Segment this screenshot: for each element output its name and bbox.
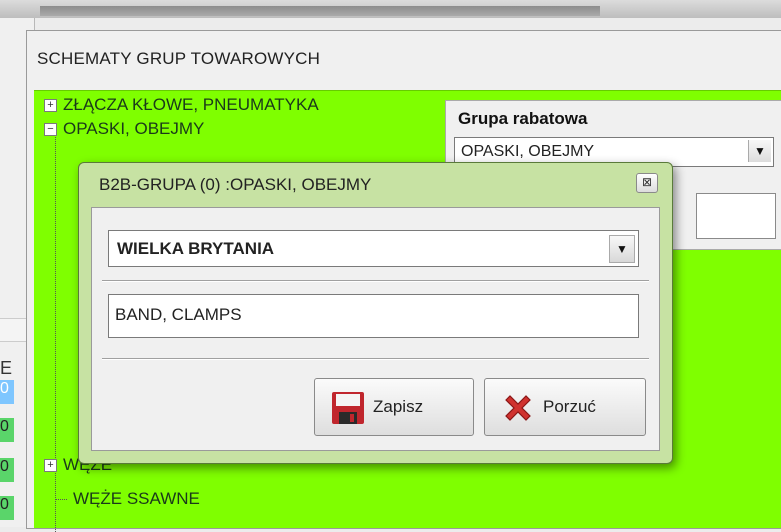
grid-cell[interactable]: 0 <box>0 458 14 482</box>
expand-icon[interactable]: + <box>44 459 57 473</box>
window-title: SCHEMATY GRUP TOWAROWYCH <box>37 49 321 68</box>
collapse-icon[interactable]: − <box>44 123 57 137</box>
cancel-button[interactable]: Porzuć <box>484 378 646 436</box>
grid-column-letter: E <box>0 358 13 378</box>
floppy-disk-icon <box>332 392 364 424</box>
divider <box>102 280 649 282</box>
grid-cell[interactable]: 0 <box>0 418 14 442</box>
discount-group-value: OPASKI, OBEJMY <box>461 143 595 160</box>
dialog-body: WIELKA BRYTANIA ▼ BAND, CLAMPS Zapisz Po… <box>91 207 660 451</box>
language-select[interactable]: WIELKA BRYTANIA ▼ <box>108 230 639 267</box>
b2b-group-dialog: B2B-GRUPA (0) :OPASKI, OBEJMY ⊠ WIELKA B… <box>78 162 673 464</box>
tree-item-opaski[interactable]: − OPASKI, OBEJMY <box>34 119 204 139</box>
dialog-title: B2B-GRUPA (0) :OPASKI, OBEJMY <box>99 175 372 194</box>
group-name-value: BAND, CLAMPS <box>115 305 242 324</box>
language-value: WIELKA BRYTANIA <box>117 239 275 258</box>
save-button[interactable]: Zapisz <box>314 378 474 436</box>
tree-item-zlacza[interactable]: + ZŁĄCZA KŁOWE, PNEUMATYKA <box>34 95 319 115</box>
divider <box>102 358 649 360</box>
cancel-label: Porzuć <box>543 397 596 416</box>
grid-cell[interactable]: 0 <box>0 496 14 520</box>
chevron-down-icon[interactable]: ▼ <box>609 235 635 263</box>
tree-item-weze-ssawne[interactable]: WĘŻE SSAWNE <box>34 489 200 509</box>
toolbar-shadow <box>40 6 600 16</box>
tree-leaf-connector <box>55 499 67 501</box>
tree-item-label: WĘŻE SSAWNE <box>73 489 200 508</box>
tree-item-label: OPASKI, OBEJMY <box>63 119 205 138</box>
group-name-input[interactable]: BAND, CLAMPS <box>108 294 639 338</box>
discount-group-label: Grupa rabatowa <box>458 109 588 128</box>
chevron-down-icon[interactable]: ▼ <box>748 140 771 162</box>
close-icon[interactable]: ⊠ <box>636 173 658 193</box>
background-window-toolbar <box>0 0 781 18</box>
expand-icon[interactable]: + <box>44 99 57 113</box>
discount-field[interactable] <box>696 193 776 239</box>
save-label: Zapisz <box>373 397 424 416</box>
tree-item-label: ZŁĄCZA KŁOWE, PNEUMATYKA <box>63 95 319 114</box>
grid-cell[interactable]: 0 <box>0 380 14 404</box>
red-x-icon <box>505 395 531 421</box>
